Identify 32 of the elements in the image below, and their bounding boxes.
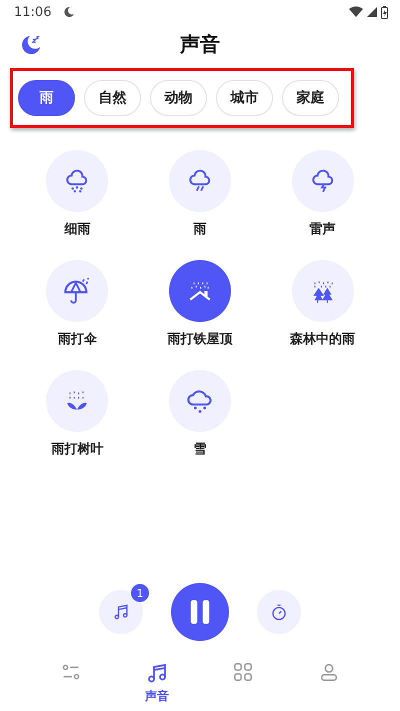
playlist-button[interactable] bbox=[99, 590, 143, 634]
sound-label: 雨 bbox=[193, 221, 206, 238]
stopwatch-icon bbox=[270, 603, 288, 621]
sound-label: 森林中的雨 bbox=[290, 331, 356, 348]
umbrella-icon bbox=[63, 277, 92, 305]
cloud-lightning-icon bbox=[310, 168, 336, 194]
cloud-rain-icon bbox=[186, 168, 213, 194]
sound-label: 雷声 bbox=[310, 221, 336, 238]
timer-button[interactable] bbox=[257, 590, 301, 634]
sound-label: 细雨 bbox=[64, 221, 90, 238]
grid-icon bbox=[232, 661, 254, 683]
battery-icon bbox=[381, 6, 388, 18]
page-title: 声音 bbox=[180, 30, 220, 58]
category-tab[interactable]: 城市 bbox=[216, 80, 273, 116]
pause-icon bbox=[189, 600, 211, 624]
sound-label: 雪 bbox=[193, 441, 206, 458]
sleeping-moon-icon[interactable] bbox=[20, 34, 42, 56]
sound-label: 雨打树叶 bbox=[51, 441, 104, 458]
category-tab[interactable]: 家庭 bbox=[282, 80, 339, 116]
wifi-icon bbox=[349, 6, 363, 18]
profile-icon bbox=[318, 661, 340, 683]
category-tab[interactable]: 自然 bbox=[84, 80, 141, 116]
count-badge: 1 bbox=[131, 584, 149, 602]
signal-icon bbox=[367, 7, 377, 17]
status-time: 11:06 bbox=[14, 4, 52, 20]
sound-label: 雨打铁屋顶 bbox=[167, 331, 232, 348]
nav-tab[interactable]: 声音 bbox=[127, 655, 187, 705]
category-tab[interactable]: 雨 bbox=[18, 80, 75, 116]
music-note-icon bbox=[145, 661, 169, 685]
sound-label: 雨打伞 bbox=[58, 331, 97, 348]
moon-icon bbox=[63, 6, 76, 18]
category-tab[interactable]: 动物 bbox=[150, 80, 207, 116]
